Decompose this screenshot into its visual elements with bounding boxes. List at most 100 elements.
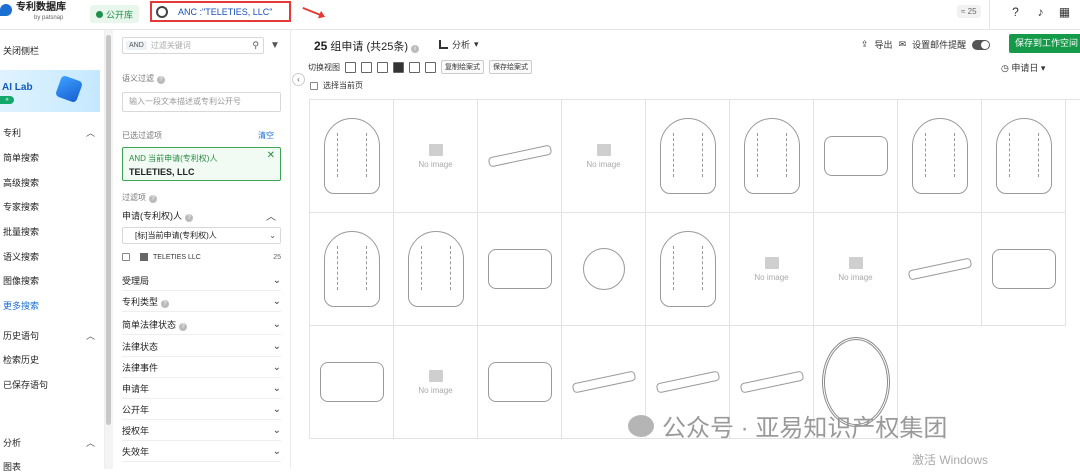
email-alert-toggle[interactable] — [972, 39, 991, 50]
patsnap-logo-icon — [0, 4, 12, 16]
chevron-up-icon[interactable]: ︿ — [266, 208, 276, 223]
grid-view-icon[interactable] — [393, 61, 404, 73]
filter-panel: AND 过滤关键词 ⚲ ▼ 语义过滤? 输入一段文本描述或专利公开号 已选过滤项… — [113, 30, 291, 469]
grid-cell[interactable] — [982, 100, 1066, 213]
grid-cell[interactable] — [814, 100, 898, 213]
grid-cell[interactable] — [646, 100, 730, 213]
grid-cell[interactable]: No image — [562, 100, 646, 213]
sidebar-item-expert-search[interactable]: 专家搜索 — [3, 200, 39, 213]
facet-legal-event[interactable]: 法律事件 ⌄ — [122, 358, 281, 378]
sort-dropdown[interactable]: ◷ 申请日 ▾ — [1001, 61, 1045, 74]
analysis-dropdown[interactable]: 分析 ▾ — [439, 38, 479, 51]
section-analysis[interactable]: 分析 — [3, 436, 21, 449]
image-icon — [428, 369, 443, 382]
grid-cell[interactable] — [310, 326, 394, 439]
export-icon[interactable]: ⇪ — [861, 39, 869, 50]
export-button[interactable]: 导出 — [875, 38, 893, 51]
save-style-button[interactable]: 保存绘案式 — [489, 60, 532, 74]
filter-search-input[interactable]: AND 过滤关键词 ⚲ — [122, 37, 264, 54]
applicant-checkbox-row[interactable]: TELETIES LLC 25 — [122, 251, 281, 263]
facet-application-year[interactable]: 申请年 ⌄ — [122, 379, 281, 399]
grid-cell[interactable] — [478, 213, 562, 326]
sidebar-item-search-history[interactable]: 检索历史 — [3, 353, 39, 366]
close-icon[interactable]: ✕ — [267, 150, 275, 161]
image-icon — [428, 143, 443, 156]
ai-lab-go-icon[interactable]: » — [0, 96, 14, 104]
info-icon[interactable]: i — [411, 45, 420, 53]
facet-office[interactable]: 受理局 ⌄ — [122, 271, 281, 291]
facet-simple-legal-status[interactable]: 简单法律状态? ⌄ — [122, 315, 281, 335]
grid-cell[interactable] — [730, 100, 814, 213]
facet-patent-type[interactable]: 专利类型? ⌄ — [122, 292, 281, 312]
grid-cell[interactable] — [898, 100, 982, 213]
chevron-up-icon[interactable]: ︿ — [86, 436, 95, 449]
logo[interactable]: 专利数据库 by patsnap — [0, 2, 66, 22]
sidebar-item-charts[interactable]: 图表 — [3, 460, 21, 473]
filter-funnel-icon[interactable]: ▼ — [270, 40, 280, 51]
chevron-down-icon: ⌄ — [272, 383, 281, 394]
grid-cell[interactable] — [478, 326, 562, 439]
chevron-up-icon[interactable]: ︿ — [86, 126, 95, 139]
bell-icon[interactable]: ♪ — [1034, 6, 1047, 19]
grid-cell[interactable] — [478, 100, 562, 213]
sidebar-item-simple-search[interactable]: 简单搜索 — [3, 151, 39, 164]
applicant-type-select[interactable]: [标]当前申请(专利权)人 ⌄ — [122, 227, 281, 244]
help-icon[interactable]: ? — [1009, 6, 1022, 19]
section-patent[interactable]: 专利 — [3, 126, 21, 139]
grid-cell[interactable] — [562, 213, 646, 326]
copy-style-button[interactable]: 复制绘案式 — [441, 60, 484, 74]
selected-filter-chip[interactable]: AND 当前申请(专利权)人 TELETIES, LLC ✕ — [122, 147, 281, 181]
chart-view-icon[interactable] — [425, 61, 436, 73]
grid-cell[interactable] — [898, 213, 982, 326]
sidebar-item-semantic-search[interactable]: 语义搜索 — [3, 250, 39, 263]
select-page-label: 选择当前页 — [323, 81, 363, 90]
public-db-button[interactable]: 公开库 — [90, 5, 140, 23]
grid-cell[interactable]: No image — [814, 213, 898, 326]
facet-legal-status[interactable]: 法律状态 ⌄ — [122, 337, 281, 357]
save-workspace-button[interactable]: 保存到工作空间 — [1009, 34, 1080, 53]
globe-icon — [96, 10, 103, 18]
grid-cell[interactable]: No image — [730, 213, 814, 326]
clear-filters-link[interactable]: 清空 — [258, 130, 274, 141]
sidebar-item-batch-search[interactable]: 批量搜索 — [3, 225, 39, 238]
help-icon[interactable]: ? — [179, 323, 188, 331]
help-icon[interactable]: ? — [185, 214, 193, 222]
query-input[interactable]: ANC :"TELETIES, LLC" — [150, 1, 291, 22]
sidebar-item-image-search[interactable]: 图像搜索 — [3, 274, 39, 287]
and-operator[interactable]: AND — [126, 41, 147, 50]
facet-grant-year[interactable]: 授权年 ⌄ — [122, 421, 281, 441]
sidebar-scrollbar-thumb[interactable] — [106, 35, 111, 425]
ai-lab-banner[interactable]: AI Lab » — [0, 70, 100, 112]
image-view-icon[interactable] — [377, 61, 388, 73]
semantic-filter-input[interactable]: 输入一段文本描述或专利公开号 — [122, 92, 281, 112]
search-icon[interactable]: ⚲ — [252, 40, 259, 51]
grid-cell[interactable]: No image — [394, 100, 478, 213]
ai-cube-icon — [54, 74, 84, 104]
grid-cell[interactable]: No image — [394, 326, 478, 439]
section-history[interactable]: 历史语句 — [3, 329, 39, 342]
grid-cell[interactable] — [394, 213, 478, 326]
sidebar-item-more-search[interactable]: 更多搜索 — [3, 299, 39, 312]
chevron-up-icon[interactable]: ︿ — [86, 329, 95, 342]
list-view-icon[interactable] — [345, 61, 356, 73]
grid-cell[interactable] — [646, 213, 730, 326]
detail-view-icon[interactable] — [361, 61, 372, 73]
grid-cell[interactable] — [982, 213, 1066, 326]
help-icon[interactable]: ? — [149, 195, 157, 203]
help-icon[interactable]: ? — [157, 76, 165, 84]
mail-icon[interactable]: ✉ — [899, 39, 907, 50]
help-icon[interactable]: ? — [161, 300, 170, 308]
facet-applicant-header[interactable]: 申请(专利权)人? — [122, 209, 193, 222]
split-view-icon[interactable] — [409, 61, 420, 73]
apps-grid-icon[interactable]: ▦ — [1058, 6, 1071, 19]
sidebar-item-advanced-search[interactable]: 高级搜索 — [3, 176, 39, 189]
collapse-sidebar[interactable]: 关闭侧栏 — [3, 44, 39, 57]
grid-cell[interactable] — [310, 100, 394, 213]
sidebar-item-saved-queries[interactable]: 已保存语句 — [3, 378, 48, 391]
checkbox[interactable] — [310, 81, 318, 90]
facet-expiry-year[interactable]: 失效年 ⌄ — [122, 442, 281, 462]
select-page-row[interactable]: 选择当前页 — [310, 80, 363, 91]
facet-publication-year[interactable]: 公开年 ⌄ — [122, 400, 281, 420]
grid-cell[interactable] — [310, 213, 394, 326]
checkbox[interactable] — [122, 253, 130, 261]
